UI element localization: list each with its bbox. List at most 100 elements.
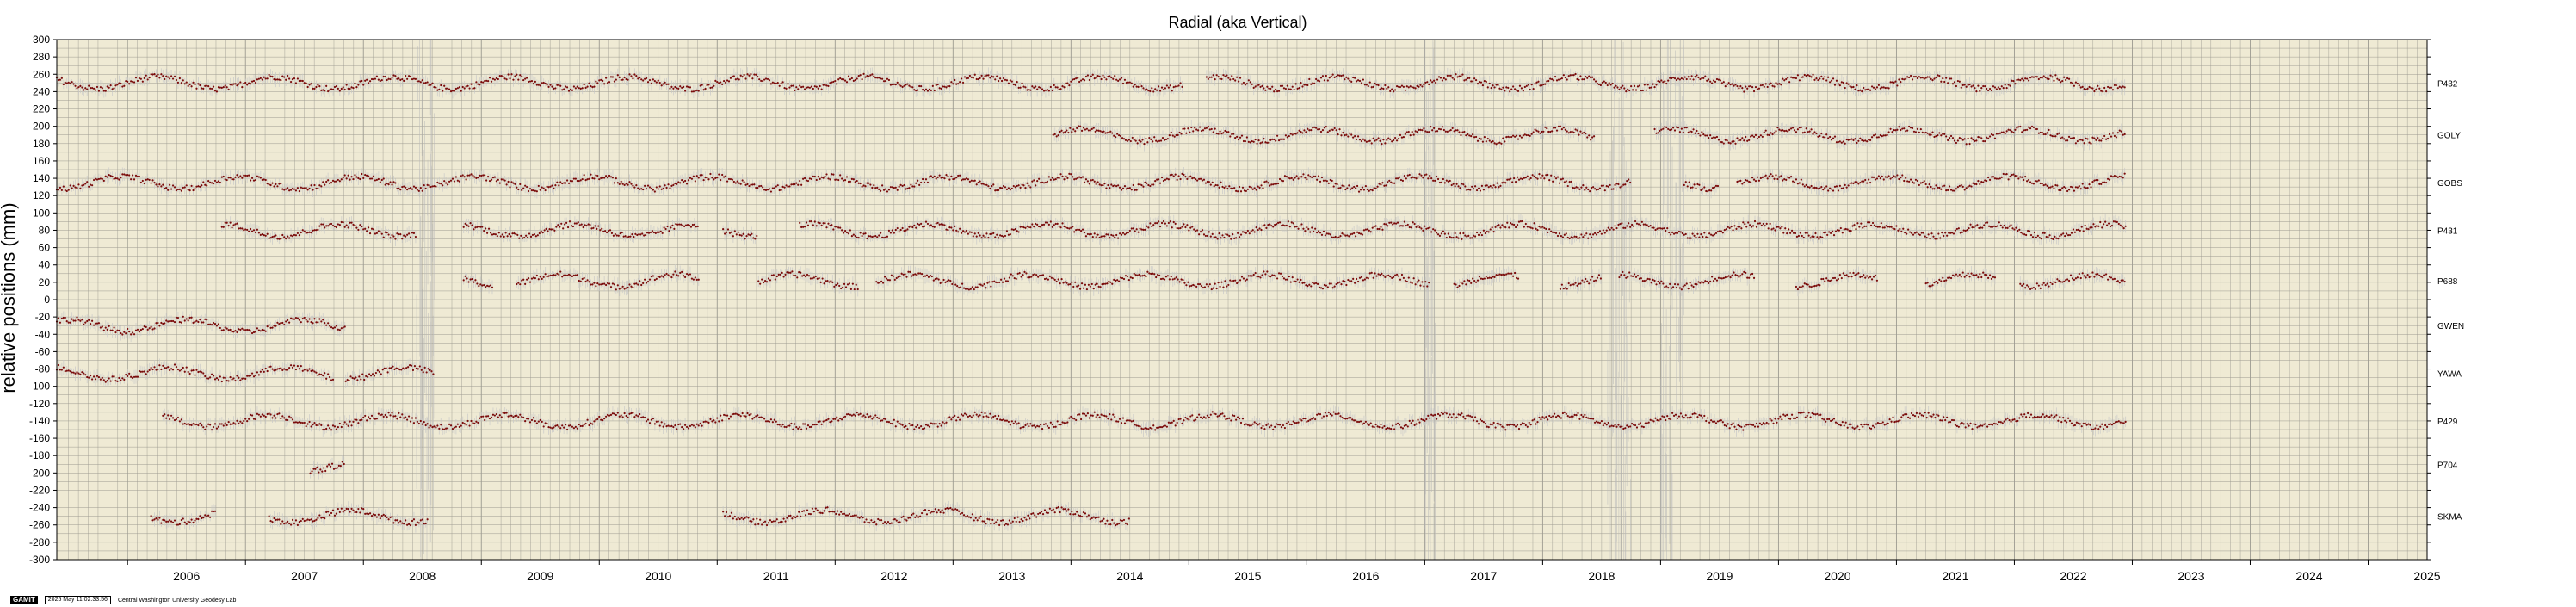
data-point <box>429 84 432 86</box>
data-point <box>1409 85 1412 88</box>
data-point <box>287 74 289 77</box>
data-point <box>1185 132 1188 134</box>
data-point <box>1492 84 1494 87</box>
chart: Radial (aka Vertical) relative positions… <box>0 14 2464 583</box>
data-point <box>1375 139 1378 141</box>
data-point <box>1752 135 1756 138</box>
data-point <box>1699 77 1702 81</box>
data-point <box>1096 129 1098 132</box>
data-point <box>357 84 360 86</box>
data-point <box>1294 83 1297 85</box>
data-point <box>1660 79 1663 82</box>
data-point <box>1746 87 1749 90</box>
data-point <box>303 82 306 84</box>
data-point <box>810 85 812 88</box>
data-point <box>448 88 451 90</box>
data-point <box>1276 134 1279 137</box>
data-point <box>935 84 937 86</box>
data-point <box>1512 134 1515 137</box>
y-axis-label: relative positions (mm) <box>0 202 19 393</box>
data-point <box>1706 134 1708 137</box>
data-point <box>1254 138 1257 141</box>
data-point <box>1214 78 1216 81</box>
data-point <box>685 85 689 88</box>
data-point <box>1933 77 1936 80</box>
data-point <box>76 87 78 90</box>
data-point <box>1711 82 1714 84</box>
data-point <box>1646 84 1649 86</box>
data-point <box>1273 138 1276 141</box>
data-point <box>1041 88 1044 90</box>
data-point <box>167 76 170 78</box>
data-point <box>473 87 476 90</box>
data-point <box>1583 131 1585 134</box>
data-point <box>325 84 328 87</box>
data-point <box>1368 139 1371 142</box>
data-point <box>2103 86 2106 90</box>
data-point <box>1085 127 1089 130</box>
data-point <box>97 90 101 92</box>
data-point <box>1825 79 1828 82</box>
data-point <box>604 77 608 79</box>
data-point <box>773 82 775 84</box>
data-point <box>1365 140 1368 143</box>
data-point <box>718 82 720 84</box>
data-point <box>1557 125 1560 127</box>
data-point <box>1342 131 1344 134</box>
data-point <box>1470 80 1473 83</box>
data-point <box>1069 127 1072 129</box>
data-point <box>62 83 65 86</box>
data-point <box>1434 130 1437 133</box>
data-point <box>1702 133 1705 136</box>
data-point <box>283 76 286 78</box>
data-point <box>1544 83 1547 85</box>
data-point <box>1585 132 1587 135</box>
data-point <box>1441 126 1444 128</box>
data-point <box>1997 133 1999 135</box>
data-point <box>1259 142 1262 145</box>
data-point <box>1759 134 1762 137</box>
data-point <box>69 82 71 84</box>
data-point <box>1145 137 1147 140</box>
data-point <box>414 77 417 80</box>
data-point <box>269 75 272 77</box>
data-point <box>1963 138 1966 140</box>
data-point <box>1051 89 1053 92</box>
data-point <box>1787 130 1789 133</box>
data-point <box>377 78 380 81</box>
data-point <box>1424 130 1427 133</box>
data-point <box>1474 135 1478 139</box>
data-point <box>138 77 141 80</box>
data-point <box>591 85 594 89</box>
data-point <box>720 81 722 84</box>
data-point <box>2041 131 2043 133</box>
data-point <box>539 84 541 87</box>
data-point <box>859 74 862 77</box>
data-point <box>2061 79 2064 83</box>
data-point <box>362 84 365 86</box>
series-label: P432 <box>2437 79 2458 89</box>
data-point <box>449 90 453 93</box>
data-point <box>602 79 604 82</box>
data-point <box>1717 78 1720 81</box>
data-point <box>1007 82 1010 84</box>
data-point <box>1012 83 1015 86</box>
data-point <box>1627 88 1629 90</box>
data-point <box>121 85 124 88</box>
data-point <box>507 73 510 76</box>
data-point <box>1387 137 1390 139</box>
data-point <box>1591 136 1594 139</box>
data-point <box>491 77 495 80</box>
data-point <box>648 78 652 82</box>
data-point <box>445 87 448 90</box>
data-point <box>1553 79 1555 82</box>
data-point <box>1942 133 1944 135</box>
data-point <box>1741 87 1744 90</box>
data-point <box>94 89 97 91</box>
data-point <box>382 75 385 78</box>
data-point <box>1386 139 1388 141</box>
data-point <box>1245 83 1248 85</box>
data-point <box>372 77 375 81</box>
data-point <box>2111 132 2115 134</box>
data-point <box>1116 133 1119 135</box>
